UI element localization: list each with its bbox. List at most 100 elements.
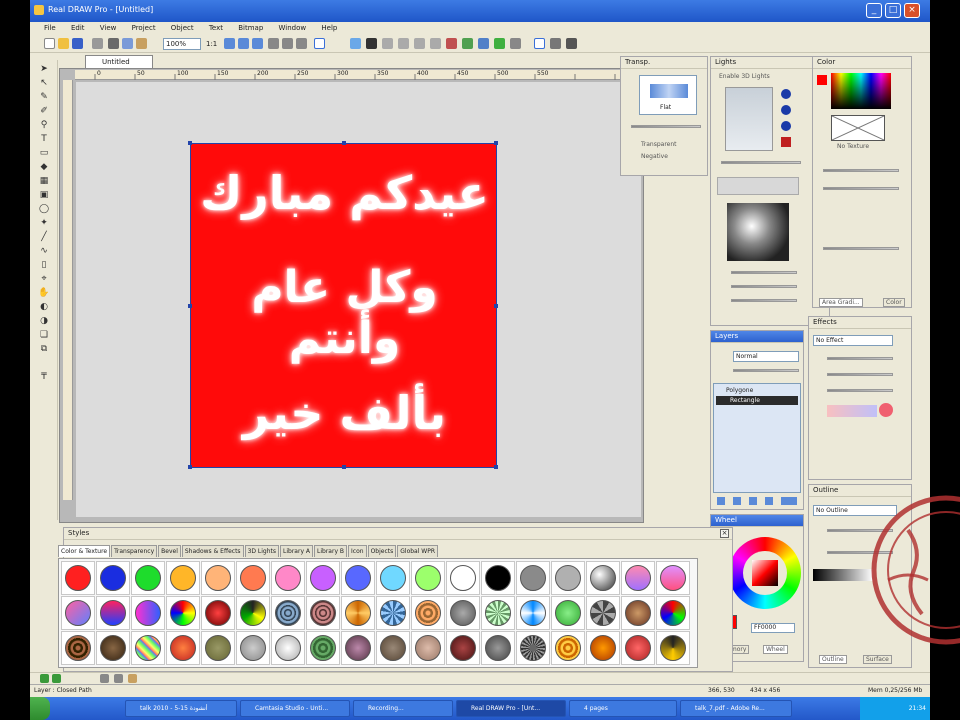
- selection-handle[interactable]: [188, 465, 192, 469]
- style-swatch-cell[interactable]: [306, 596, 340, 630]
- style-swatch-cell[interactable]: [621, 596, 655, 630]
- rectangle-tool-icon[interactable]: ▭: [38, 148, 50, 159]
- menu-bitmap[interactable]: Bitmap: [238, 22, 263, 35]
- selection-handle[interactable]: [494, 465, 498, 469]
- style-swatch-cell[interactable]: [586, 631, 620, 665]
- arrow-left-icon[interactable]: [40, 674, 49, 683]
- styles-close-icon[interactable]: ×: [720, 529, 729, 538]
- snap-icon[interactable]: [282, 38, 293, 49]
- style-swatch-cell[interactable]: [586, 596, 620, 630]
- style-swatch-cell[interactable]: [446, 631, 480, 665]
- tab-library-a[interactable]: Library A: [280, 545, 314, 557]
- node-tool-icon[interactable]: ↖: [38, 78, 50, 89]
- style-swatch-cell[interactable]: [61, 631, 95, 665]
- shape-icon[interactable]: [350, 38, 361, 49]
- menu-project[interactable]: Project: [132, 22, 156, 35]
- zoom-in-icon[interactable]: [224, 38, 235, 49]
- primary-color-swatch[interactable]: [817, 75, 827, 85]
- style-swatch-cell[interactable]: [131, 596, 165, 630]
- menu-text[interactable]: Text: [209, 22, 223, 35]
- tab-bevel[interactable]: Bevel: [158, 545, 181, 557]
- style-tool-icon[interactable]: [100, 674, 109, 683]
- style-swatch-cell[interactable]: [131, 561, 165, 595]
- hand-tool-icon[interactable]: ✋: [38, 288, 50, 299]
- selection-handle[interactable]: [188, 141, 192, 145]
- style-swatch-cell[interactable]: [131, 631, 165, 665]
- outline-gradient-bar[interactable]: [813, 569, 873, 581]
- group-icon[interactable]: [414, 38, 425, 49]
- style-swatch-cell[interactable]: [551, 561, 585, 595]
- style-swatch-cell[interactable]: [621, 631, 655, 665]
- menu-help[interactable]: Help: [321, 22, 337, 35]
- pen-tool-icon[interactable]: ✎: [38, 92, 50, 103]
- tab-transparency[interactable]: Transparency: [111, 545, 158, 557]
- distribute-icon[interactable]: [398, 38, 409, 49]
- texture-preview[interactable]: [831, 115, 885, 141]
- ellipse-tool-icon[interactable]: ◯: [38, 204, 50, 215]
- paste-icon[interactable]: [136, 38, 147, 49]
- layer-tool-icons[interactable]: [717, 497, 797, 505]
- style-swatch-cell[interactable]: [271, 561, 305, 595]
- star-tool-icon[interactable]: ✦: [38, 218, 50, 229]
- transparency-tool-icon[interactable]: ◑: [38, 316, 50, 327]
- zoom-ratio[interactable]: 1:1: [206, 40, 217, 48]
- curve-tool-icon[interactable]: ∿: [38, 246, 50, 257]
- style-swatch-cell[interactable]: [411, 631, 445, 665]
- style-swatch-cell[interactable]: [306, 561, 340, 595]
- zoom-tool-icon[interactable]: ⚲: [38, 120, 50, 131]
- style-swatch-cell[interactable]: [411, 561, 445, 595]
- style-swatch-cell[interactable]: [516, 631, 550, 665]
- line-tool-icon[interactable]: ╱: [38, 232, 50, 243]
- style-swatch-cell[interactable]: [201, 561, 235, 595]
- style-swatch-cell[interactable]: [481, 596, 515, 630]
- menu-file[interactable]: File: [44, 22, 56, 35]
- preview-icon[interactable]: [534, 38, 545, 49]
- export-icon[interactable]: [510, 38, 521, 49]
- light-ball-preview[interactable]: [727, 203, 789, 261]
- style-swatch-cell[interactable]: [306, 631, 340, 665]
- maximize-button[interactable]: □: [885, 3, 901, 18]
- style-swatch-cell[interactable]: [656, 596, 690, 630]
- transparency-slider[interactable]: [631, 125, 701, 128]
- fill-tool-icon[interactable]: ▣: [38, 190, 50, 201]
- color-tab[interactable]: Color: [883, 298, 905, 307]
- taskbar-item-active[interactable]: Real DRAW Pro - [Unt...: [456, 700, 566, 717]
- align-icon[interactable]: [382, 38, 393, 49]
- shape-tool-icon[interactable]: ◆: [38, 162, 50, 173]
- greeting-line-1[interactable]: عيدكم مبارك: [191, 166, 498, 220]
- order-front-icon[interactable]: [446, 38, 457, 49]
- blend-tool-icon[interactable]: ⧉: [38, 344, 50, 355]
- horizontal-ruler[interactable]: 0 50 100 150 200 250 300 350 400 450 500…: [75, 70, 643, 80]
- minimize-button[interactable]: _: [866, 3, 882, 18]
- zoom-out-icon[interactable]: [238, 38, 249, 49]
- style-swatch-cell[interactable]: [446, 596, 480, 630]
- style-swatch-cell[interactable]: [481, 631, 515, 665]
- gradient-tool-icon[interactable]: ◐: [38, 302, 50, 313]
- layer-item[interactable]: Polygone: [716, 386, 798, 395]
- effect-color-ball[interactable]: [879, 403, 893, 417]
- blend-mode-select[interactable]: Normal: [733, 351, 799, 362]
- menu-window[interactable]: Window: [279, 22, 307, 35]
- style-swatch-cell[interactable]: [201, 596, 235, 630]
- selection-handle[interactable]: [494, 141, 498, 145]
- light-specular-slider[interactable]: [731, 299, 797, 302]
- taskbar-item[interactable]: 4 pages: [569, 700, 677, 717]
- taskbar-item[interactable]: talk 2010 - 5-15 أنشودة: [125, 700, 237, 717]
- color-square[interactable]: [752, 560, 778, 586]
- wheel-tab[interactable]: Wheel: [763, 645, 788, 654]
- style-swatch-cell[interactable]: [166, 561, 200, 595]
- style-tool-icon[interactable]: [114, 674, 123, 683]
- style-swatch-cell[interactable]: [656, 561, 690, 595]
- ungroup-icon[interactable]: [430, 38, 441, 49]
- style-swatch-cell[interactable]: [551, 596, 585, 630]
- style-swatch-cell[interactable]: [271, 596, 305, 630]
- grid-icon[interactable]: [268, 38, 279, 49]
- title-bar[interactable]: Real DRAW Pro - [Untitled] _ □ ×: [30, 0, 930, 22]
- color-slider[interactable]: [823, 187, 899, 190]
- style-swatch-cell[interactable]: [481, 561, 515, 595]
- enable-3d-lights-checkbox[interactable]: Enable 3D Lights: [719, 73, 770, 80]
- close-button[interactable]: ×: [904, 3, 920, 18]
- text-frame-tool-icon[interactable]: ₸: [38, 372, 50, 383]
- tab-3d-lights[interactable]: 3D Lights: [244, 545, 280, 557]
- style-swatch-cell[interactable]: [61, 596, 95, 630]
